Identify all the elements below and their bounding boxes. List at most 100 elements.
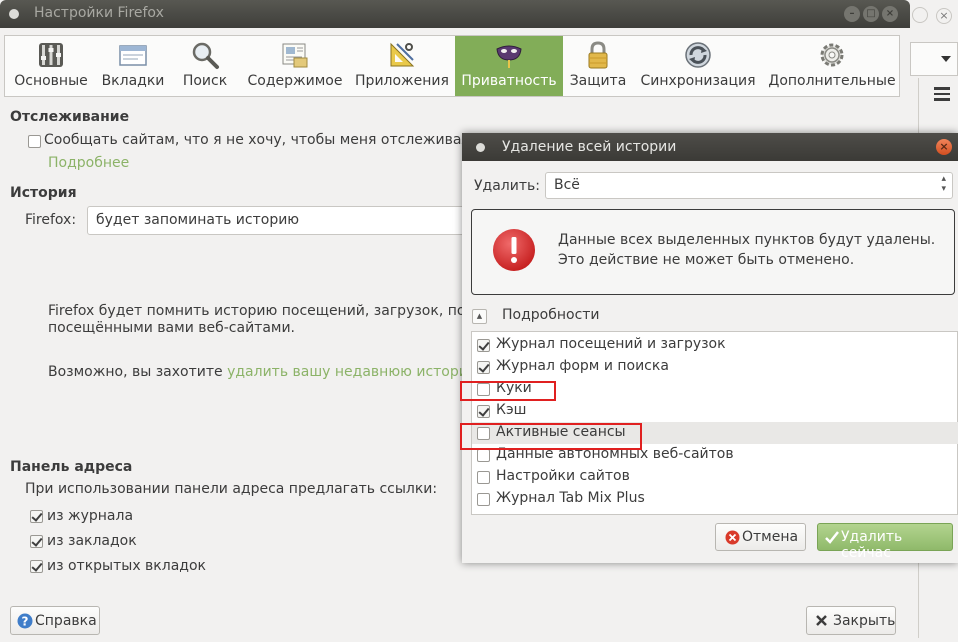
list-item-label: Журнал форм и поиска	[496, 358, 669, 374]
maximize-icon[interactable]: □	[863, 6, 879, 22]
clear-now-button-label: Удалить сейчас	[841, 529, 903, 561]
warning-line1: Данные всех выделенных пунктов будут уда…	[558, 232, 936, 248]
history-mode-value: будет запоминать историю	[96, 212, 300, 228]
tracking-more-link[interactable]: Подробнее	[48, 155, 129, 171]
tab-label: Синхронизация	[640, 73, 756, 89]
list-item-label: Настройки сайтов	[496, 468, 630, 484]
browsing-history-checkbox[interactable]	[477, 339, 490, 352]
magnifier-icon	[192, 42, 219, 69]
sync-icon	[685, 42, 711, 68]
chevron-down-icon	[941, 56, 951, 62]
list-item[interactable]: Настройки сайтов	[472, 466, 958, 488]
minimize-icon[interactable]: –	[844, 6, 860, 22]
time-range-select[interactable]: Всё ▴ ▾	[545, 172, 953, 199]
spinner-arrows-icon: ▴ ▾	[941, 174, 946, 194]
clear-now-button[interactable]: Удалить сейчас	[817, 523, 953, 561]
help-button[interactable]: ? Справка	[10, 606, 100, 635]
tab-security[interactable]: Защита	[563, 36, 633, 96]
help-icon: ?	[17, 613, 33, 629]
tab-mix-plus-checkbox[interactable]	[477, 493, 490, 506]
tab-content[interactable]: Содержимое	[241, 36, 349, 96]
cancel-icon	[725, 530, 740, 545]
suggest-history-checkbox[interactable]	[30, 510, 43, 523]
dialog-title: Удаление всей истории	[502, 139, 677, 155]
suggest-open-tabs-label: из открытых вкладок	[47, 558, 206, 574]
time-range-label: Удалить:	[474, 178, 540, 194]
gear-icon	[820, 43, 844, 67]
clear-history-dialog: Удаление всей истории × Удалить: Всё ▴ ▾ …	[460, 133, 958, 563]
site-settings-checkbox[interactable]	[477, 471, 490, 484]
list-item-label: Журнал Tab Mix Plus	[496, 490, 645, 506]
details-expander-button[interactable]: ▲	[472, 309, 487, 324]
content-icon	[282, 43, 308, 68]
address-bar-section-title: Панель адреса	[10, 459, 133, 475]
cache-checkbox[interactable]	[477, 405, 490, 418]
offline-data-checkbox[interactable]	[477, 449, 490, 462]
tab-label: Вкладки	[101, 73, 165, 89]
close-x-icon	[816, 615, 827, 626]
bg-dropdown-area[interactable]	[910, 42, 958, 76]
cancel-button-label: Отмена	[742, 529, 799, 545]
close-icon[interactable]: ×	[882, 6, 898, 22]
tab-applications[interactable]: Приложения	[349, 36, 455, 96]
dialog-close-icon[interactable]: ×	[936, 139, 952, 155]
tab-label: Защита	[569, 73, 627, 89]
warning-box: Данные всех выделенных пунктов будут уда…	[471, 209, 955, 295]
preferences-toolbar: Основные Вкладки Поиск Содержимое Прилож…	[4, 35, 900, 97]
tracking-section-title: Отслеживание	[10, 109, 130, 125]
list-item[interactable]: Журнал Tab Mix Plus	[472, 488, 958, 510]
tab-advanced[interactable]: Дополнительные	[763, 36, 901, 96]
suggest-history-label: из журнала	[47, 508, 134, 524]
dialog-titlebar[interactable]: Удаление всей истории ×	[462, 133, 958, 161]
padlock-icon	[588, 41, 608, 69]
tab-label: Приватность	[461, 73, 557, 89]
hamburger-menu-icon[interactable]	[932, 84, 952, 104]
close-button-label: Закрыть	[833, 613, 896, 629]
history-clear-hint-text: Возможно, вы захотите	[48, 364, 228, 380]
history-firefox-label: Firefox:	[25, 212, 77, 228]
help-button-label: Справка	[35, 613, 97, 629]
cancel-button[interactable]: Отмена	[715, 523, 806, 551]
list-item[interactable]: Журнал форм и поиска	[472, 356, 958, 378]
tab-label: Приложения	[355, 73, 449, 89]
history-clear-hint: Возможно, вы захотите удалить вашу недав…	[48, 364, 480, 380]
close-button[interactable]: Закрыть	[806, 606, 896, 635]
mask-icon	[496, 45, 522, 68]
svg-text:?: ?	[22, 615, 29, 629]
do-not-track-label: Сообщать сайтам, что я не хочу, чтобы ме…	[44, 132, 480, 148]
suggest-bookmarks-label: из закладок	[47, 533, 137, 549]
warning-line2: Это действие не может быть отменено.	[558, 252, 855, 268]
bg-window-close-icon[interactable]: ×	[936, 8, 952, 24]
window-title: Настройки Firefox	[34, 5, 164, 21]
tab-label: Дополнительные	[768, 73, 896, 89]
tabs-icon	[119, 45, 147, 66]
highlight-active-sessions-box	[460, 423, 642, 450]
history-mode-select[interactable]: будет запоминать историю	[87, 206, 477, 235]
list-item[interactable]: Кэш	[472, 400, 958, 422]
history-section-title: История	[10, 185, 77, 201]
switches-icon	[39, 43, 63, 67]
list-item[interactable]: Журнал посещений и загрузок	[472, 334, 958, 356]
form-history-checkbox[interactable]	[477, 361, 490, 374]
list-item-label: Кэш	[496, 402, 527, 418]
window-menu-icon[interactable]	[9, 9, 19, 19]
check-icon	[825, 531, 839, 544]
tab-search[interactable]: Поиск	[169, 36, 241, 96]
tab-general[interactable]: Основные	[5, 36, 97, 96]
error-icon	[493, 229, 535, 271]
suggest-bookmarks-checkbox[interactable]	[30, 535, 43, 548]
tab-label: Основные	[14, 73, 88, 89]
tab-label: Поиск	[182, 73, 228, 89]
clear-recent-history-link[interactable]: удалить вашу недавнюю историю	[227, 364, 480, 380]
do-not-track-checkbox[interactable]	[28, 135, 41, 148]
details-label: Подробности	[502, 307, 600, 323]
highlight-cookies-box	[460, 381, 556, 401]
tab-tabs[interactable]: Вкладки	[97, 36, 169, 96]
history-description-line2: посещёнными вами веб-сайтами.	[48, 320, 296, 336]
dialog-menu-icon[interactable]	[476, 143, 485, 152]
tab-privacy[interactable]: Приватность	[455, 36, 563, 96]
suggest-open-tabs-checkbox[interactable]	[30, 560, 43, 573]
window-titlebar[interactable]: Настройки Firefox – □ ×	[0, 0, 910, 28]
bg-window-button-icon[interactable]	[912, 7, 928, 23]
tab-sync[interactable]: Синхронизация	[633, 36, 763, 96]
